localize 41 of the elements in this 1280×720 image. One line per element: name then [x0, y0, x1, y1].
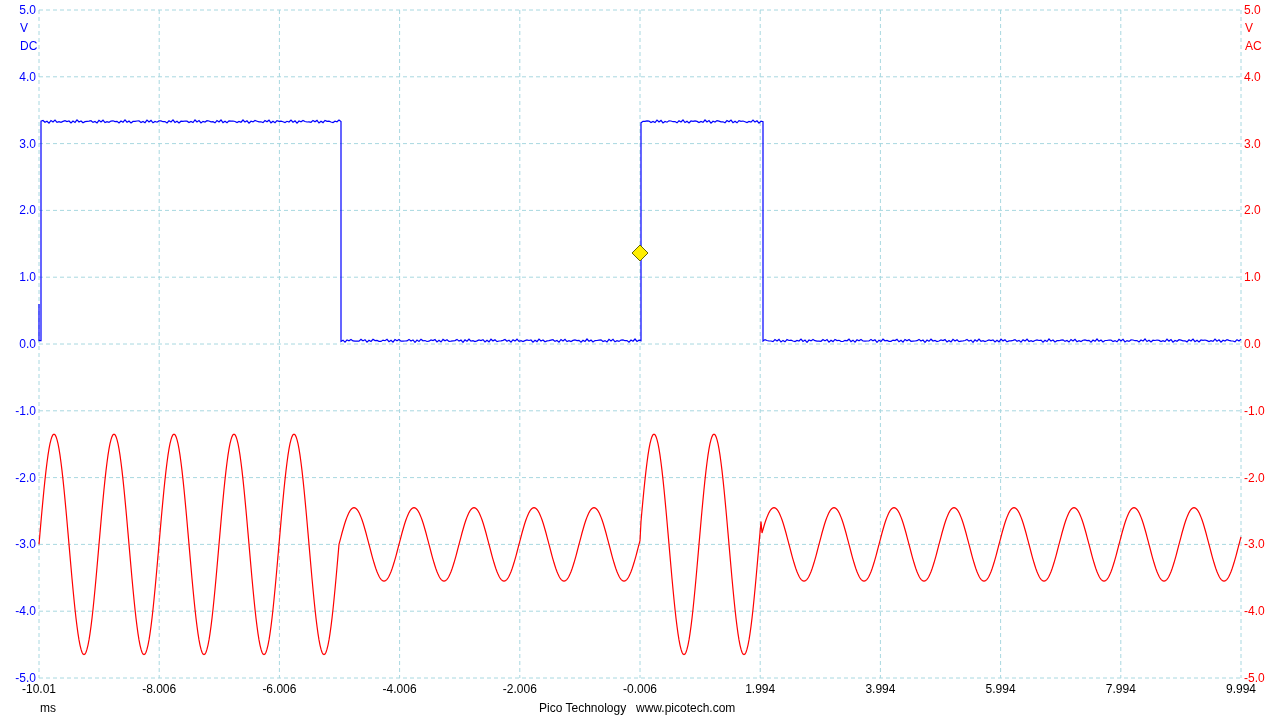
axis-tick-label: -3.0	[1244, 537, 1265, 552]
axis-tick-label: 3.0	[19, 136, 36, 151]
axis-tick-label: 5.0	[1244, 3, 1261, 17]
axis-tick-label: -1.0	[15, 403, 36, 418]
axis-tick-label: 4.0	[19, 69, 36, 84]
coupling-label: DC	[20, 39, 38, 53]
axis-tick-label: -0.006	[623, 682, 657, 696]
axis-tick-label: 3.0	[1244, 136, 1261, 151]
axis-tick-label: 4.0	[1244, 69, 1261, 84]
axis-tick-label: -1.0	[1244, 403, 1265, 418]
axis-tick-label: -5.0	[15, 671, 36, 685]
axis-tick-label: 3.994	[865, 682, 896, 696]
axis-tick-label: -8.006	[142, 682, 177, 696]
axis-tick-label: -6.006	[262, 682, 297, 696]
axis-unit-label: V	[20, 21, 28, 35]
axis-tick-label: -10.01	[22, 682, 56, 696]
axis-tick-label: 2.0	[1244, 203, 1261, 218]
axis-tick-label: 1.0	[19, 270, 36, 285]
axis-tick-label: 1.994	[745, 682, 776, 696]
axis-tick-label: 5.0	[19, 3, 36, 17]
axis-unit-label: V	[1245, 21, 1253, 35]
axis-unit-label: ms	[40, 701, 56, 715]
axis-tick-label: -4.0	[15, 604, 36, 619]
axis-tick-label: 5.994	[985, 682, 1016, 696]
axis-tick-label: -4.006	[382, 682, 417, 696]
axis-tick-label: -2.0	[1244, 470, 1265, 485]
axis-tick-label: 2.0	[19, 203, 36, 218]
coupling-label: AC	[1245, 39, 1262, 53]
axis-tick-label: -2.0	[15, 470, 36, 485]
axis-tick-label: -5.0	[1244, 671, 1265, 685]
axis-tick-label: 7.994	[1105, 682, 1136, 696]
axis-tick-label: 1.0	[1244, 270, 1261, 285]
website-link[interactable]: www.picotech.com	[636, 701, 736, 715]
axis-tick-label: 0.0	[1244, 337, 1261, 351]
axis-tick-label: -4.0	[1244, 604, 1265, 619]
axis-tick-label: -3.0	[15, 537, 36, 552]
axis-tick-label: 9.994	[1226, 682, 1256, 696]
trigger-marker-icon[interactable]	[631, 244, 649, 262]
company-name: Pico Technology	[539, 701, 627, 715]
axis-tick-label: -2.006	[502, 682, 537, 696]
axis-tick-label: 0.0	[19, 337, 36, 351]
